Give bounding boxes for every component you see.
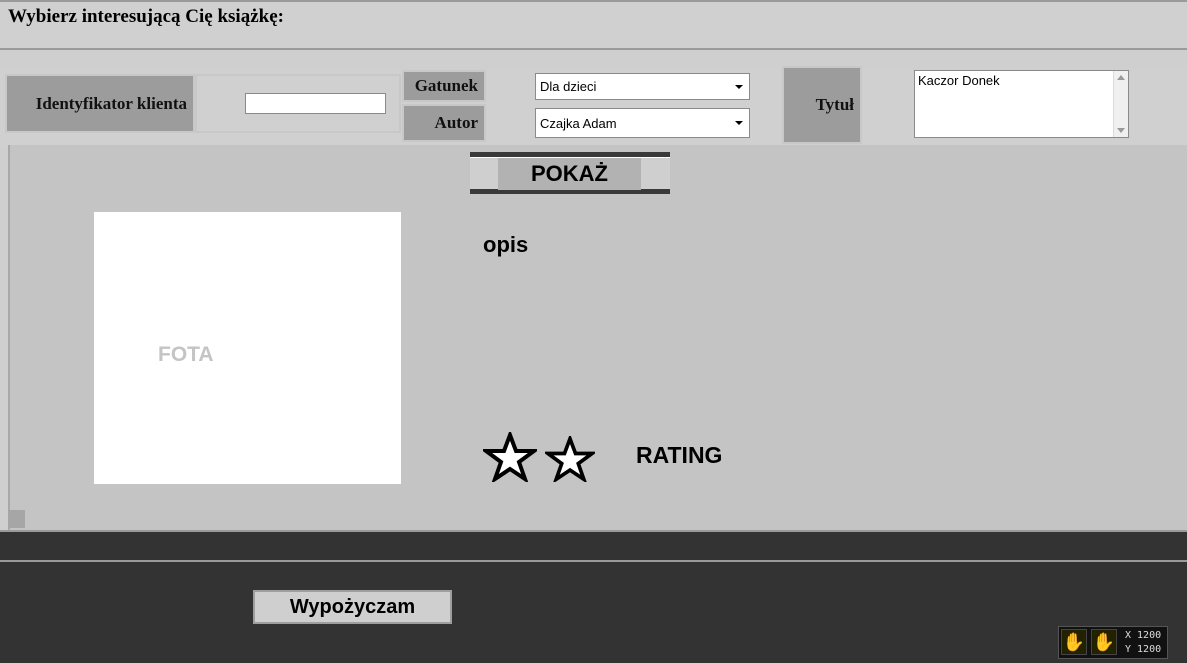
show-button[interactable]: POKAŻ [470, 152, 670, 194]
hand-icon: ✋ [1061, 629, 1087, 655]
book-photo-label: FOTA [158, 343, 214, 366]
title-scrollbar[interactable] [1113, 71, 1128, 137]
footer-divider [0, 560, 1187, 562]
show-button-label: POKAŻ [498, 158, 641, 190]
genre-select-value: Dla dzieci [540, 79, 597, 94]
coord-x: X 1200 [1125, 630, 1162, 641]
genre-label: Gatunek [402, 70, 486, 102]
title-label: Tytuł [782, 66, 862, 144]
star-icon[interactable] [545, 436, 595, 482]
hand-icon: ✋ [1091, 629, 1117, 655]
scroll-down-icon[interactable] [1117, 128, 1125, 133]
author-select[interactable]: Czajka Adam [535, 108, 750, 138]
show-button-face: POKAŻ [470, 157, 670, 190]
author-label: Autor [402, 104, 486, 142]
client-id-input[interactable] [245, 93, 386, 114]
coordinates-widget: ✋ ✋ X 1200 Y 1200 [1058, 626, 1168, 659]
rent-button[interactable]: Wypożyczam [253, 590, 452, 624]
star-icon[interactable] [483, 432, 537, 482]
book-description: opis [483, 232, 529, 257]
dropdown-arrow-icon [735, 84, 743, 89]
rating-label: RATING [636, 442, 723, 468]
book-photo [94, 212, 401, 484]
footer-band [0, 530, 1187, 663]
panel-resize-handle[interactable] [8, 510, 25, 528]
author-select-value: Czajka Adam [540, 115, 617, 131]
dropdown-arrow-icon [735, 121, 743, 125]
coordinates-readout: X 1200 Y 1200 [1125, 629, 1161, 657]
genre-select[interactable]: Dla dzieci [535, 73, 750, 100]
page-title: Wybierz interesującą Cię książkę: [8, 6, 284, 27]
client-id-label: Identyfikator klienta [5, 74, 195, 133]
scroll-up-icon[interactable] [1117, 75, 1125, 80]
title-textarea-value: Kaczor Donek [918, 73, 1000, 88]
title-textarea[interactable]: Kaczor Donek [914, 70, 1129, 138]
coord-y: Y 1200 [1125, 644, 1162, 655]
